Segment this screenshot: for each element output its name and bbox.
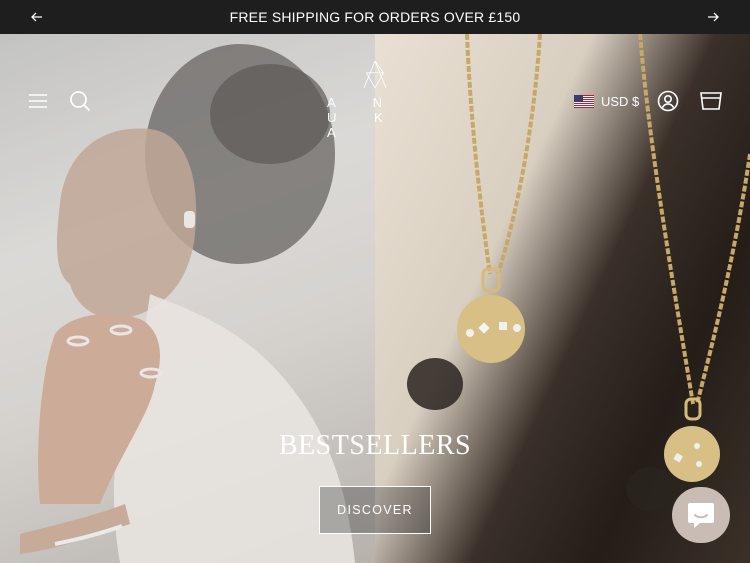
account-button[interactable] (655, 88, 681, 114)
announcement-bar: FREE SHIPPING FOR ORDERS OVER £150 (0, 0, 750, 34)
announcement-next-button[interactable] (696, 0, 730, 34)
logo-text: A N U K A (327, 95, 400, 140)
anuka-logo-icon (363, 60, 387, 89)
cart-button[interactable] (697, 88, 725, 114)
announcement-prev-button[interactable] (20, 0, 54, 34)
chat-button[interactable] (672, 487, 730, 543)
search-icon (70, 91, 91, 112)
us-flag-icon (574, 94, 594, 108)
currency-label: USD $ (601, 93, 640, 109)
brand-logo[interactable]: A N U K A (310, 60, 440, 140)
account-icon (657, 90, 679, 112)
announcement-text: FREE SHIPPING FOR ORDERS OVER £150 (229, 9, 521, 25)
hamburger-menu-icon (29, 94, 47, 108)
hero-title: BESTSELLERS (278, 430, 472, 461)
site-header: A N U K A USD $ (0, 34, 750, 154)
arrow-left-icon (31, 12, 42, 22)
menu-button[interactable] (26, 89, 50, 113)
discover-button[interactable]: DISCOVER (319, 486, 431, 534)
currency-selector[interactable]: USD $ (574, 90, 639, 112)
arrow-right-icon (708, 12, 719, 22)
search-button[interactable] (67, 88, 93, 114)
chat-bubble-icon (688, 503, 714, 528)
cart-icon (700, 92, 722, 110)
